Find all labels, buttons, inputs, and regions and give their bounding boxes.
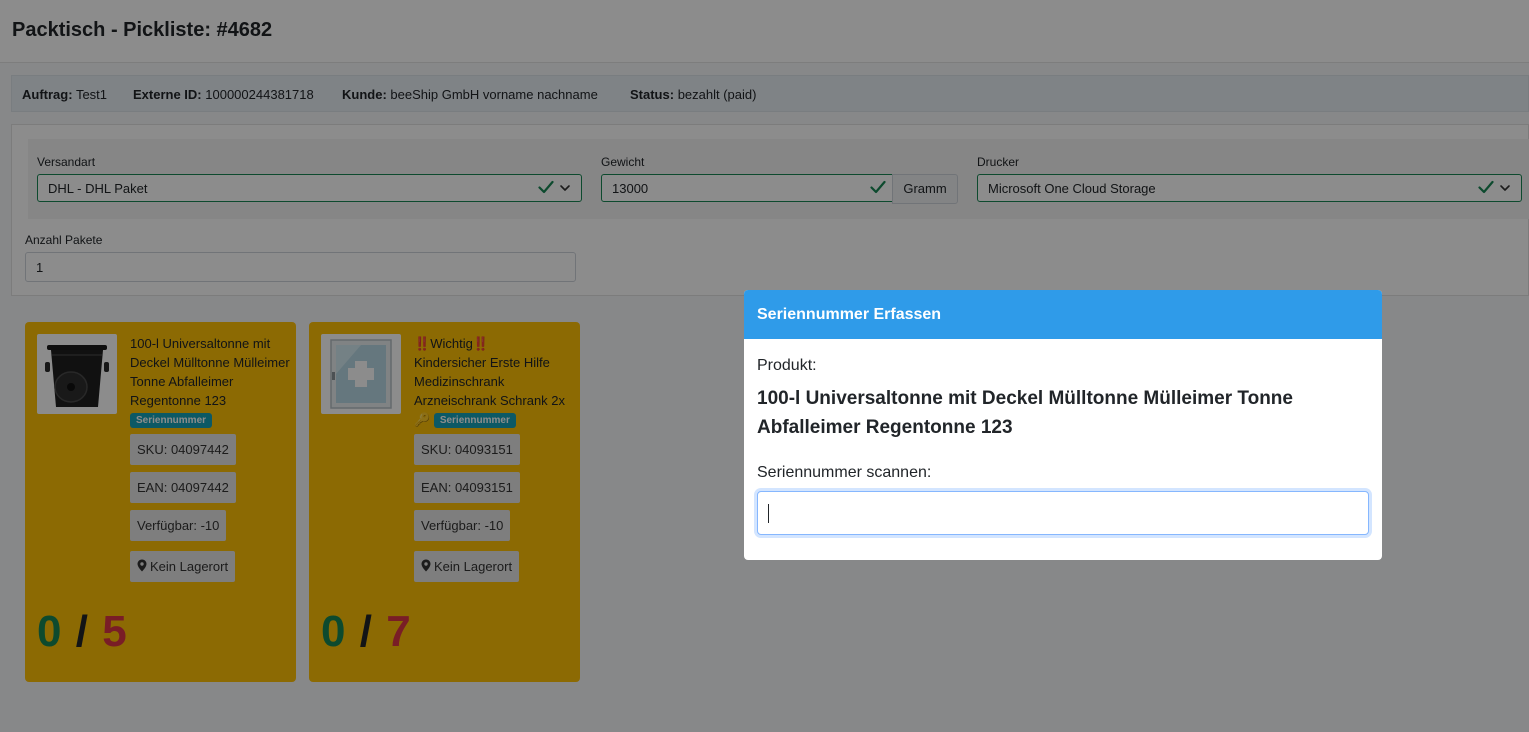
product-label: Produkt:	[757, 357, 817, 374]
serial-number-modal: Seriennummer Erfassen Produkt: 100-l Uni…	[744, 290, 1382, 560]
modal-title: Seriennummer Erfassen	[757, 306, 942, 323]
scan-label: Seriennummer scannen:	[757, 464, 932, 481]
text-cursor	[768, 504, 769, 523]
serial-number-input[interactable]	[757, 491, 1369, 535]
modal-product-name: 100-l Universaltonne mit Deckel Mülltonn…	[757, 388, 1293, 438]
modal-header: Seriennummer Erfassen	[744, 290, 1382, 339]
